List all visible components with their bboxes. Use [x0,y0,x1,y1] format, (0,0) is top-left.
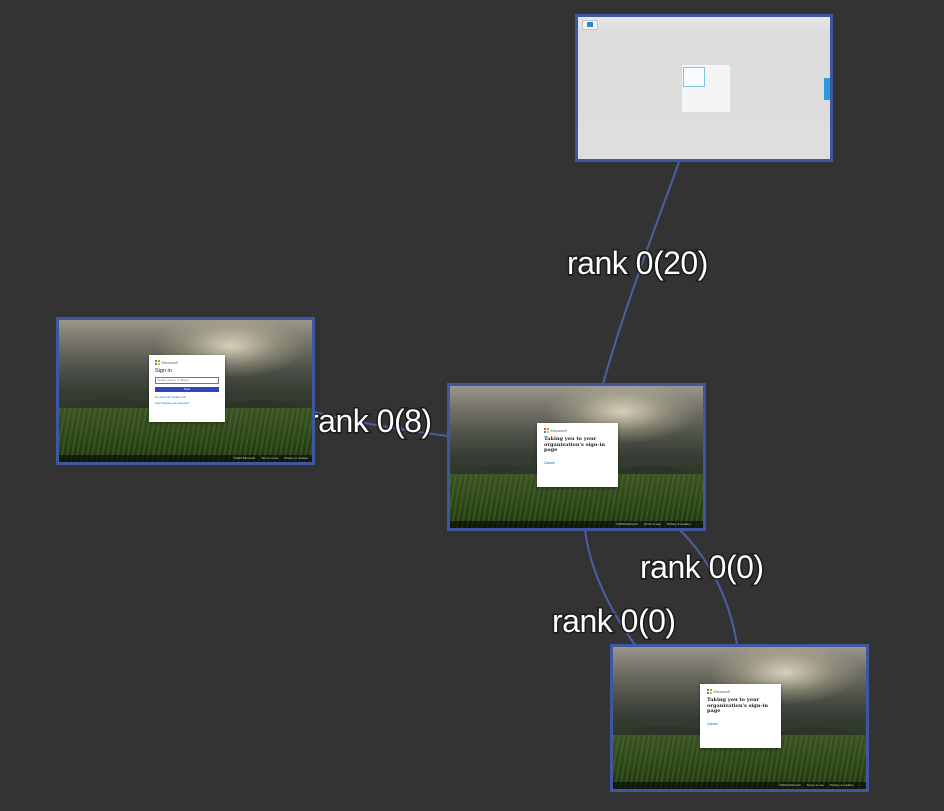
next-button[interactable]: Next [155,387,219,392]
page-footer: ©2023 Microsoft Terms of use Privacy & coo… [59,455,312,462]
node-top[interactable] [575,14,833,162]
brand-text: Microsoft [713,689,730,694]
edge-label-center-bottom-b: rank 0(0) [640,549,764,585]
cancel-link[interactable]: Cancel [544,461,611,465]
brand-text: Microsoft [161,360,178,365]
microsoft-logo: Microsoft [544,428,611,433]
edge-center-bottom-b [679,529,738,646]
email-field[interactable]: Email, phone, or Skype [155,377,219,384]
node-top-screenshot [578,17,830,159]
brand-text: Microsoft [550,428,567,433]
create-account-link[interactable]: No account? Create one! [155,395,219,399]
edge-label-top-center: rank 0(20) [567,245,708,281]
signin-heading: Sign in [155,368,172,374]
page-footer: ©2023 Microsoft Terms of use Privacy & coo… [450,521,703,528]
app-icon [582,20,598,30]
redirect-card: Microsoft Taking you to your organizatio… [537,423,618,487]
side-tab [824,78,830,100]
node-bottom[interactable]: Microsoft Taking you to your organizatio… [610,644,869,792]
edge-label-center-bottom-a: rank 0(0) [552,603,676,639]
edge-label-center-left: rank 0(8) [308,403,432,439]
node-left[interactable]: Microsoft Sign in Email, phone, or Skype… [56,317,315,465]
microsoft-logo: Microsoft [707,689,774,694]
redirect-card: Microsoft Taking you to your organizatio… [700,684,781,748]
progress-dots: ... [544,455,547,460]
signin-card: Microsoft Sign in Email, phone, or Skype… [149,355,225,422]
cant-access-link[interactable]: Can't access your account? [155,401,219,405]
cancel-link[interactable]: Cancel [707,722,774,726]
redirect-heading: Taking you to your organization's sign-i… [707,697,769,714]
page-footer: ©2023 Microsoft Terms of use Privacy & coo… [613,782,866,789]
loading-panel [682,65,730,112]
progress-dots: ... [707,716,710,721]
redirect-heading: Taking you to your organization's sign-i… [544,436,606,453]
microsoft-logo: Microsoft [155,360,219,365]
node-center[interactable]: Microsoft Taking you to your organizatio… [447,383,706,531]
